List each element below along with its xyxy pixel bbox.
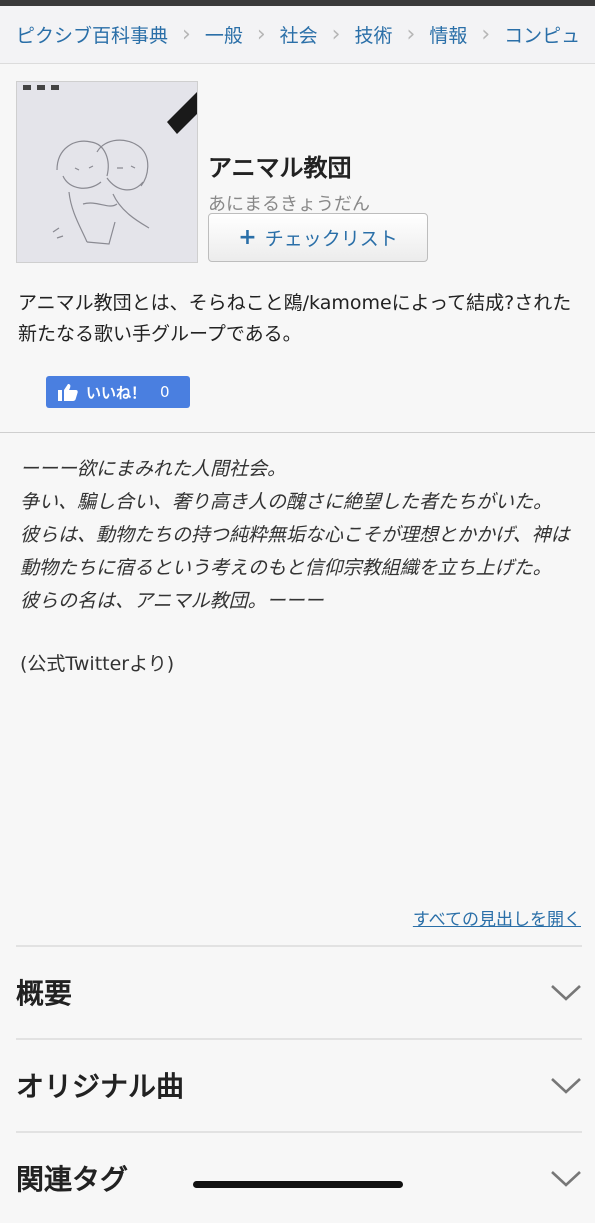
breadcrumb: ピクシブ百科事典 › 一般 › 社会 › 技術 › 情報 › コンピュ <box>0 6 595 64</box>
add-checklist-button[interactable]: + チェックリスト <box>208 213 428 262</box>
section-overview[interactable]: 概要 <box>16 945 582 1037</box>
page-title: アニマル教団 <box>208 154 352 182</box>
divider <box>0 432 595 433</box>
quote-line: 彼らの名は、アニマル教団。ーーー <box>20 590 324 612</box>
section-title: オリジナル曲 <box>16 1070 185 1103</box>
chevron-down-icon <box>551 985 581 1001</box>
section-title: 概要 <box>16 977 73 1010</box>
chevron-down-icon <box>551 1078 581 1094</box>
chevron-right-icon: › <box>406 22 416 47</box>
chevron-right-icon: › <box>256 22 266 47</box>
article-thumbnail[interactable] <box>16 81 198 263</box>
breadcrumb-item-technology[interactable]: 技術 <box>354 21 392 48</box>
sketch-illustration <box>17 82 197 262</box>
chevron-down-icon <box>551 1171 581 1187</box>
quote-line: 争い、騙し合い、奢り高き人の醜さに絶望した者たちがいた。 <box>20 491 553 513</box>
thumbs-up-icon <box>58 384 78 401</box>
quote-line: 彼らは、動物たちの持つ純粋無垢な心こそが理想とかかげ、神は動物たちに宿るという考… <box>20 524 570 579</box>
quote-line: ーーー欲にまみれた人間社会。 <box>20 458 287 480</box>
quote-source: (公式Twitterより) <box>20 653 175 675</box>
section-title: 関連タグ <box>16 1163 129 1196</box>
like-label: いいね！ <box>86 383 147 402</box>
section-related-tags[interactable]: 関連タグ <box>16 1131 582 1223</box>
chevron-right-icon: › <box>182 22 191 47</box>
breadcrumb-item-society[interactable]: 社会 <box>280 21 318 48</box>
home-indicator[interactable] <box>193 1181 403 1188</box>
section-original-songs[interactable]: オリジナル曲 <box>16 1038 582 1130</box>
breadcrumb-item-general[interactable]: 一般 <box>205 21 243 48</box>
article-summary: アニマル教団とは、そらねこと鴎/kamomeによって結成?された新たなる歌い手グ… <box>18 292 572 345</box>
chevron-right-icon: › <box>331 22 341 47</box>
chevron-right-icon: › <box>481 22 491 47</box>
intro-quote: ーーー欲にまみれた人間社会。 争い、騙し合い、奢り高き人の醜さに絶望した者たちが… <box>20 453 585 681</box>
checklist-label: チェックリスト <box>264 228 398 250</box>
plus-icon: + <box>238 225 257 250</box>
breadcrumb-item-information[interactable]: 情報 <box>429 21 467 48</box>
breadcrumb-item-home[interactable]: ピクシブ百科事典 <box>16 21 168 48</box>
like-button[interactable]: いいね！ 0 <box>46 376 190 408</box>
open-all-headings-link[interactable]: すべての見出しを開く <box>413 905 581 930</box>
breadcrumb-item-computer[interactable]: コンピュ <box>504 21 580 48</box>
like-count: 0 <box>160 383 170 401</box>
